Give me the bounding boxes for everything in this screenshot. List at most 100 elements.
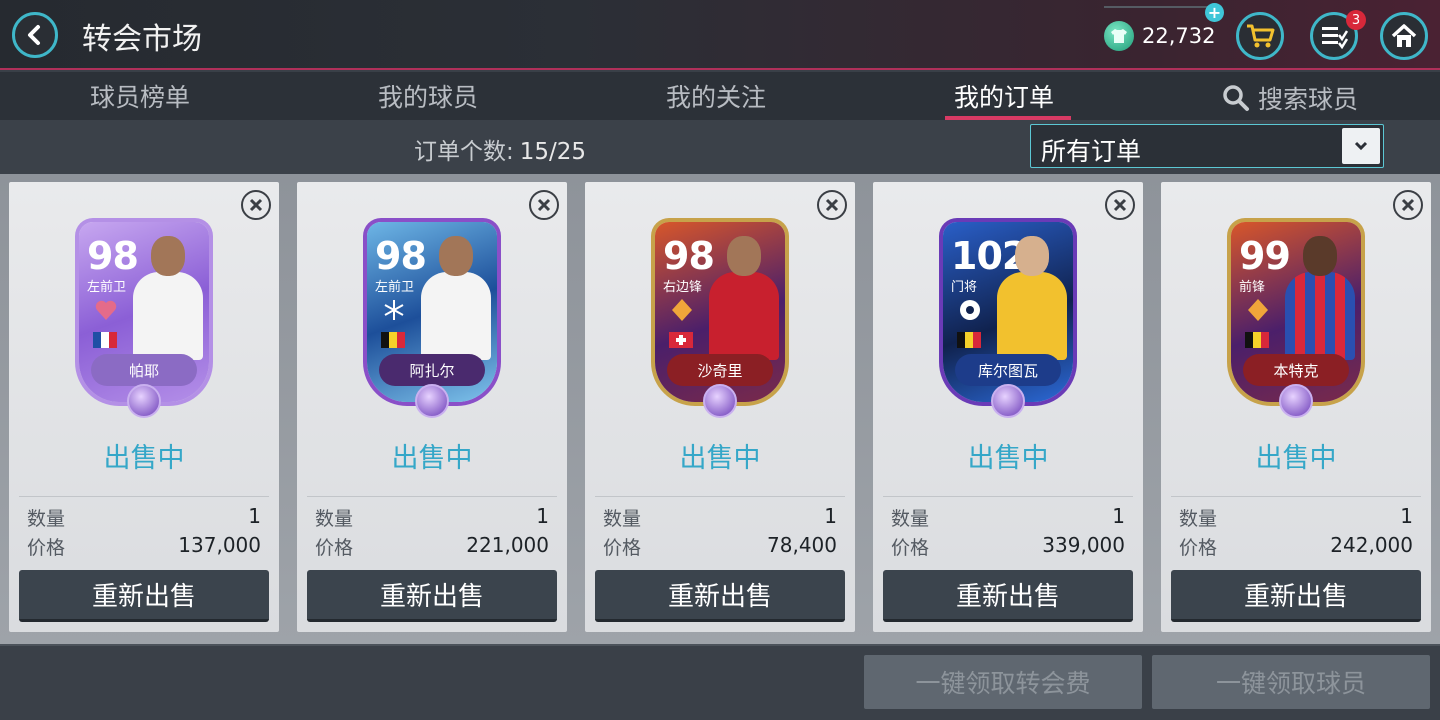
- player-position: 左前卫: [375, 280, 415, 295]
- status-label: 出售中: [967, 443, 1049, 474]
- heart-emblem-icon: [95, 300, 117, 320]
- player-photo: [997, 236, 1067, 360]
- cart-icon: [1247, 24, 1275, 48]
- top-bar: 转会市场: [0, 0, 1440, 70]
- tab-search-players[interactable]: 搜索球员: [1222, 78, 1358, 118]
- price-label: 价格: [1179, 537, 1218, 559]
- price-label: 价格: [27, 537, 66, 559]
- order-count-value: 15/25: [519, 139, 587, 165]
- resell-button[interactable]: 重新出售: [19, 570, 269, 622]
- home-icon: [1391, 24, 1417, 47]
- coin-balance: 22,732: [1104, 20, 1215, 52]
- page-title: 转会市场: [82, 22, 202, 57]
- tab-my-orders[interactable]: 我的订单: [954, 78, 1054, 118]
- player-name: 帕耶: [91, 354, 197, 386]
- player-position: 前锋: [1239, 280, 1266, 295]
- player-card[interactable]: 99 前锋 本特克: [1211, 222, 1381, 422]
- dropdown-selected-value: 所有订单: [1041, 137, 1142, 166]
- price-value: 137,000: [178, 533, 261, 557]
- order-filter-dropdown[interactable]: 所有订单: [1030, 124, 1384, 168]
- divider: [883, 496, 1133, 497]
- claim-all-players-button[interactable]: 一键领取球员: [1152, 655, 1430, 709]
- close-icon[interactable]: [241, 190, 271, 220]
- tab-my-players[interactable]: 我的球员: [378, 78, 478, 118]
- notification-badge: 3: [1346, 10, 1366, 30]
- player-card[interactable]: 98 左前卫 阿扎尔: [347, 222, 517, 422]
- quantity-label: 数量: [1179, 508, 1218, 530]
- price-value: 339,000: [1042, 533, 1125, 557]
- coin-value: 22,732: [1142, 24, 1216, 48]
- divider: [595, 496, 845, 497]
- claim-all-fees-button[interactable]: 一键领取转会费: [864, 655, 1142, 709]
- switzerland-flag-icon: [669, 332, 693, 348]
- player-photo: [133, 236, 203, 360]
- home-button[interactable]: [1380, 12, 1428, 60]
- player-rating: 99: [1239, 234, 1291, 278]
- player-rating: 98: [663, 234, 715, 278]
- resell-button[interactable]: 重新出售: [595, 570, 845, 622]
- plus-icon[interactable]: +: [1205, 3, 1224, 22]
- diamond-emblem-icon: [672, 299, 692, 321]
- belgium-flag-icon: [381, 332, 405, 348]
- player-rating: 98: [87, 234, 139, 278]
- coin-divider: [1104, 6, 1214, 8]
- resell-button[interactable]: 重新出售: [307, 570, 557, 622]
- quantity-value: 1: [536, 504, 549, 528]
- player-name: 库尔图瓦: [955, 354, 1061, 386]
- task-list-icon: [1322, 27, 1348, 49]
- order-card: 98 右边锋 沙奇里 出售中 数量 1 价格 78,400 重新出售: [585, 182, 855, 632]
- ball-emblem-icon: [703, 384, 737, 418]
- price-label: 价格: [603, 537, 642, 559]
- ball-emblem-icon: [127, 384, 161, 418]
- player-name: 阿扎尔: [379, 354, 485, 386]
- player-photo: [709, 236, 779, 360]
- cart-button[interactable]: [1236, 12, 1284, 60]
- quantity-label: 数量: [603, 508, 642, 530]
- player-photo: [421, 236, 491, 360]
- close-icon[interactable]: [1105, 190, 1135, 220]
- status-label: 出售中: [679, 443, 761, 474]
- stars-ball-emblem-icon: [960, 300, 980, 320]
- player-card[interactable]: 102 门将 库尔图瓦: [923, 222, 1093, 422]
- order-card: 102 门将 库尔图瓦 出售中 数量 1 价格 339,000 重新出售: [873, 182, 1143, 632]
- quantity-value: 1: [248, 504, 261, 528]
- resell-button[interactable]: 重新出售: [883, 570, 1133, 622]
- quantity-label: 数量: [315, 508, 354, 530]
- order-card: 98 左前卫 帕耶 出售中 数量 1 价格 137,000 重新出售: [9, 182, 279, 632]
- player-name: 本特克: [1243, 354, 1349, 386]
- order-count-label: 订单个数:: [414, 139, 514, 165]
- quantity-value: 1: [1400, 504, 1413, 528]
- player-rating: 98: [375, 234, 427, 278]
- price-label: 价格: [315, 537, 354, 559]
- player-position: 左前卫: [87, 280, 127, 295]
- close-icon[interactable]: [1393, 190, 1423, 220]
- close-icon[interactable]: [817, 190, 847, 220]
- order-count: 订单个数: 15/25: [414, 132, 586, 166]
- order-card: 99 前锋 本特克 出售中 数量 1 价格 242,000 重新出售: [1161, 182, 1431, 632]
- back-button[interactable]: [12, 12, 58, 58]
- status-label: 出售中: [1255, 443, 1337, 474]
- player-position: 右边锋: [663, 280, 703, 295]
- back-arrow-icon: [28, 25, 40, 45]
- resell-button[interactable]: 重新出售: [1171, 570, 1421, 622]
- quantity-label: 数量: [891, 508, 930, 530]
- price-label: 价格: [891, 537, 930, 559]
- tab-player-rankings[interactable]: 球员榜单: [90, 78, 190, 118]
- quantity-value: 1: [1112, 504, 1125, 528]
- close-icon[interactable]: [529, 190, 559, 220]
- quantity-label: 数量: [27, 508, 66, 530]
- status-label: 出售中: [391, 443, 473, 474]
- divider: [1171, 496, 1421, 497]
- diamond-emblem-icon: [1248, 299, 1268, 321]
- ball-emblem-icon: [1279, 384, 1313, 418]
- coin-jersey-icon: [1104, 21, 1134, 51]
- tab-my-watchlist[interactable]: 我的关注: [666, 78, 766, 118]
- search-icon: [1223, 85, 1249, 111]
- player-card[interactable]: 98 右边锋 沙奇里: [635, 222, 805, 422]
- player-card[interactable]: 98 左前卫 帕耶: [59, 222, 229, 422]
- order-card: 98 左前卫 阿扎尔 出售中 数量 1 价格 221,000 重新出售: [297, 182, 567, 632]
- chevron-down-icon[interactable]: [1342, 128, 1380, 164]
- price-value: 78,400: [767, 533, 837, 557]
- belgium-flag-icon: [1245, 332, 1269, 348]
- player-position: 门将: [951, 280, 978, 295]
